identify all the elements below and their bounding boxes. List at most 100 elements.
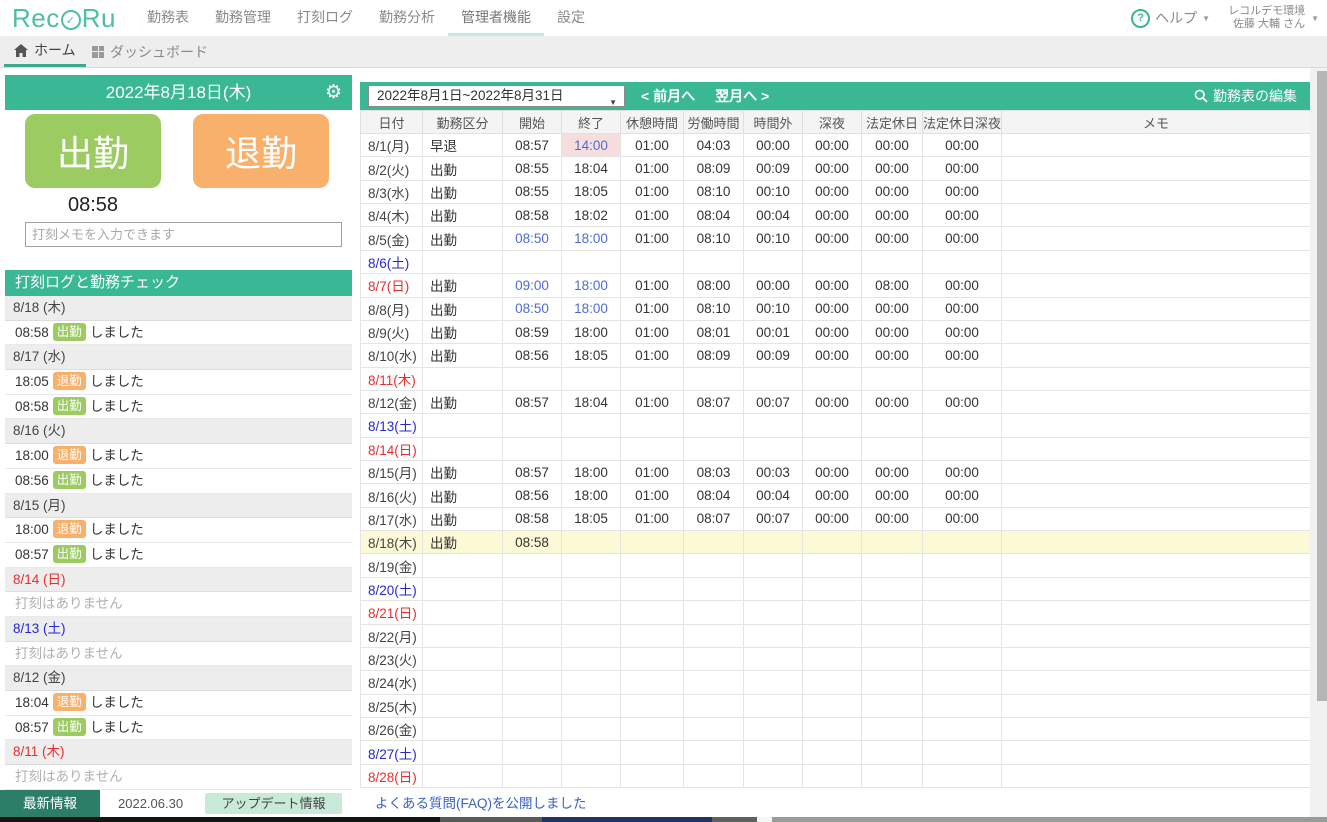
timesheet-row: 8/17(水)出勤08:5818:0501:0008:0700:0700:000… — [361, 507, 1311, 530]
cell-work: 08:04 — [684, 204, 744, 227]
timesheet-row: 8/14(日) — [361, 437, 1311, 460]
cell-memo — [1002, 157, 1311, 180]
cell-break — [621, 367, 684, 390]
edit-timesheet-link[interactable]: 勤務表の編集 — [1194, 82, 1297, 110]
cell-end: 18:04 — [562, 390, 621, 413]
col-header-8: 法定休日 — [862, 111, 923, 134]
cell-break: 01:00 — [621, 297, 684, 320]
log-date-header: 8/13 (土) — [5, 617, 352, 642]
timesheet-row: 8/22(月) — [361, 624, 1311, 647]
cell-late-night — [803, 531, 862, 554]
cell-memo — [1002, 320, 1311, 343]
chevron-down-icon: ▼ — [1311, 14, 1319, 23]
tab-home[interactable]: ホーム — [4, 36, 86, 67]
tab-dashboard[interactable]: ダッシュボード — [82, 36, 218, 67]
cell-end: 18:04 — [562, 157, 621, 180]
cell-memo — [1002, 484, 1311, 507]
cell-overtime — [744, 764, 803, 787]
vertical-scrollbar[interactable] — [1310, 68, 1327, 817]
cell-work — [684, 694, 744, 717]
clock-out-badge: 退勤 — [53, 520, 86, 538]
cell-work: 08:04 — [684, 484, 744, 507]
clock-out-button[interactable]: 退勤 — [193, 114, 329, 188]
next-month-button[interactable]: 翌月へ > — [715, 86, 769, 106]
cell-overtime: 00:10 — [744, 180, 803, 203]
cell-overtime: 00:01 — [744, 320, 803, 343]
cell-work: 08:01 — [684, 320, 744, 343]
cell-overtime: 00:04 — [744, 204, 803, 227]
help-label: ヘルプ — [1155, 8, 1197, 28]
cell-end — [562, 367, 621, 390]
cell-overtime — [744, 414, 803, 437]
timesheet-row: 8/11(木) — [361, 367, 1311, 390]
cell-date: 8/28(日) — [361, 764, 423, 787]
nav-item-3[interactable]: 勤務分析 — [366, 0, 448, 36]
edit-timesheet-label: 勤務表の編集 — [1213, 86, 1297, 106]
month-nav: < 前月へ 翌月へ > — [641, 82, 769, 110]
cell-legal-holiday-night — [923, 694, 1002, 717]
cell-work — [684, 554, 744, 577]
period-select[interactable]: 2022年8月1日~2022年8月31日 ▼ — [368, 85, 625, 107]
recoru-logo[interactable]: Rec ✓ Ru — [12, 3, 116, 34]
cell-start — [503, 601, 562, 624]
cell-date: 8/2(火) — [361, 157, 423, 180]
cell-worktype: 出勤 — [423, 507, 503, 530]
clock-in-button[interactable]: 出勤 — [25, 114, 161, 188]
cell-start — [503, 250, 562, 273]
nav-item-4[interactable]: 管理者機能 — [448, 0, 544, 36]
timesheet-row: 8/24(水) — [361, 671, 1311, 694]
prev-month-button[interactable]: < 前月へ — [641, 86, 695, 106]
cell-break — [621, 671, 684, 694]
log-date-header: 8/15 (月) — [5, 494, 352, 519]
cell-overtime — [744, 367, 803, 390]
cell-break — [621, 531, 684, 554]
cell-legal-holiday: 00:00 — [862, 344, 923, 367]
cell-memo — [1002, 764, 1311, 787]
nav-item-5[interactable]: 設定 — [544, 0, 598, 36]
cell-break — [621, 647, 684, 670]
cell-worktype: 出勤 — [423, 484, 503, 507]
help-menu[interactable]: ? ヘルプ ▼ — [1131, 8, 1210, 28]
cell-work: 08:10 — [684, 180, 744, 203]
cell-memo — [1002, 461, 1311, 484]
cell-late-night — [803, 741, 862, 764]
cell-worktype — [423, 577, 503, 600]
cell-legal-holiday: 00:00 — [862, 507, 923, 530]
cell-late-night: 00:00 — [803, 297, 862, 320]
cell-memo — [1002, 204, 1311, 227]
scrollbar-thumb[interactable] — [1317, 71, 1327, 701]
cell-overtime: 00:10 — [744, 227, 803, 250]
nav-item-2[interactable]: 打刻ログ — [284, 0, 366, 36]
cell-legal-holiday-night: 00:00 — [923, 461, 1002, 484]
log-entry-suffix: しました — [90, 720, 144, 735]
cell-legal-holiday-night — [923, 554, 1002, 577]
faq-news-link[interactable]: よくある質問(FAQ)を公開しました — [375, 790, 587, 817]
gear-icon[interactable]: ⚙ — [325, 75, 342, 110]
cell-work — [684, 601, 744, 624]
nav-item-0[interactable]: 勤務表 — [134, 0, 202, 36]
punch-memo-input[interactable] — [25, 222, 342, 247]
cell-overtime — [744, 741, 803, 764]
cell-end: 18:00 — [562, 297, 621, 320]
clock-in-badge: 出勤 — [53, 323, 86, 341]
cell-legal-holiday: 00:00 — [862, 484, 923, 507]
cell-worktype: 出勤 — [423, 180, 503, 203]
cell-legal-holiday — [862, 437, 923, 460]
clock-in-badge: 出勤 — [53, 545, 86, 563]
timesheet-row: 8/7(日)出勤09:0018:0001:0008:0000:0000:0008… — [361, 274, 1311, 297]
cell-break: 01:00 — [621, 134, 684, 157]
cell-legal-holiday-night: 00:00 — [923, 157, 1002, 180]
cell-legal-holiday-night: 00:00 — [923, 180, 1002, 203]
cell-legal-holiday-night: 00:00 — [923, 507, 1002, 530]
cell-date: 8/24(水) — [361, 671, 423, 694]
user-menu[interactable]: レコルデモ環境 佐藤 大輔 さん ▼ — [1228, 5, 1319, 31]
nav-item-1[interactable]: 勤務管理 — [202, 0, 284, 36]
tab-dashboard-label: ダッシュボード — [110, 42, 208, 62]
cell-start: 08:58 — [503, 507, 562, 530]
cell-start: 08:57 — [503, 134, 562, 157]
cell-end: 14:00 — [562, 134, 621, 157]
cell-legal-holiday — [862, 671, 923, 694]
top-right-area: ? ヘルプ ▼ レコルデモ環境 佐藤 大輔 さん ▼ — [1131, 0, 1319, 36]
log-entry-suffix: しました — [90, 695, 144, 710]
home-icon — [14, 44, 28, 57]
